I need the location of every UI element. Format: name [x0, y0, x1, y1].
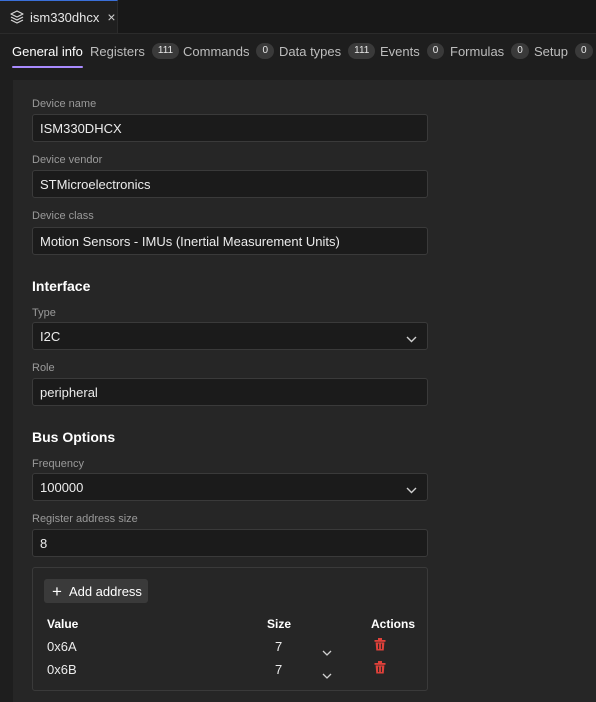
- plus-icon: +: [52, 581, 62, 601]
- device-name-value: ISM330DHCX: [40, 120, 122, 136]
- layers-icon: [10, 10, 24, 24]
- tab-label: Commands: [183, 43, 250, 59]
- frequency-select[interactable]: 100000: [32, 473, 428, 501]
- role-value: peripheral: [40, 384, 98, 400]
- register-address-size-label: Register address size: [32, 513, 138, 525]
- section-nav: General info Registers 111 Commands 0 Da…: [0, 34, 596, 68]
- role-field[interactable]: peripheral: [32, 378, 428, 406]
- frequency-value: 100000: [40, 479, 84, 495]
- count-badge: 0: [256, 43, 275, 59]
- device-vendor-value: STMicroelectronics: [40, 176, 151, 192]
- device-class-label: Device class: [32, 210, 94, 222]
- tab-formulas[interactable]: Formulas 0: [450, 34, 529, 68]
- close-icon[interactable]: ×: [107, 10, 115, 24]
- device-name-field[interactable]: ISM330DHCX: [32, 114, 428, 142]
- role-label: Role: [32, 362, 55, 374]
- device-vendor-field[interactable]: STMicroelectronics: [32, 170, 428, 198]
- tab-label: Events: [380, 43, 420, 59]
- tab-data-types[interactable]: Data types 111: [279, 34, 376, 68]
- device-class-field[interactable]: Motion Sensors - IMUs (Inertial Measurem…: [32, 227, 428, 255]
- column-header-size: Size: [267, 617, 292, 631]
- tab-label: General info: [12, 43, 83, 59]
- type-label: Type: [32, 307, 56, 319]
- trash-icon[interactable]: [374, 661, 386, 674]
- device-name-label: Device name: [32, 98, 97, 110]
- count-badge: 0: [511, 43, 529, 59]
- address-size[interactable]: 7: [275, 639, 282, 654]
- tab-events[interactable]: Events 0: [380, 34, 445, 68]
- interface-heading: Interface: [32, 278, 91, 294]
- column-header-actions: Actions: [371, 617, 416, 631]
- tab-setup[interactable]: Setup 0: [534, 34, 593, 68]
- type-select[interactable]: I2C: [32, 322, 428, 350]
- trash-icon[interactable]: [374, 638, 386, 651]
- file-tab[interactable]: ism330dhcx ×: [0, 0, 118, 33]
- type-value: I2C: [40, 328, 61, 344]
- frequency-label: Frequency: [32, 458, 84, 470]
- address-size[interactable]: 7: [275, 662, 282, 677]
- tab-label: Data types: [279, 43, 342, 59]
- device-class-value: Motion Sensors - IMUs (Inertial Measurem…: [40, 233, 340, 249]
- count-badge: 111: [348, 43, 376, 59]
- count-badge: 111: [151, 43, 180, 59]
- add-address-label: Add address: [68, 583, 142, 599]
- file-tab-label: ism330dhcx: [30, 9, 100, 25]
- add-address-button[interactable]: + Add address: [44, 579, 148, 603]
- chevron-down-icon[interactable]: [322, 643, 332, 661]
- tab-general-info[interactable]: General info: [12, 34, 83, 68]
- register-address-size-field[interactable]: 8: [32, 529, 428, 557]
- column-header-value: Value: [47, 617, 79, 631]
- register-address-size-value: 8: [40, 535, 48, 551]
- chevron-down-icon: [406, 482, 417, 497]
- count-badge: 0: [574, 43, 593, 59]
- tab-label: Setup: [534, 43, 568, 59]
- tab-registers[interactable]: Registers 111: [90, 34, 180, 68]
- tab-commands[interactable]: Commands 0: [183, 34, 275, 68]
- address-value: 0x6A: [47, 639, 77, 654]
- tab-label: Registers: [90, 43, 145, 59]
- editor-tab-strip: ism330dhcx ×: [0, 0, 596, 34]
- device-vendor-label: Device vendor: [32, 154, 103, 166]
- count-badge: 0: [426, 43, 445, 59]
- chevron-down-icon: [406, 331, 417, 346]
- tab-label: Formulas: [450, 43, 505, 59]
- chevron-down-icon[interactable]: [322, 666, 332, 684]
- addresses-panel: + Add address Value Size Actions 0x6A 7 …: [32, 567, 428, 691]
- address-value: 0x6B: [47, 662, 77, 677]
- bus-options-heading: Bus Options: [32, 429, 116, 445]
